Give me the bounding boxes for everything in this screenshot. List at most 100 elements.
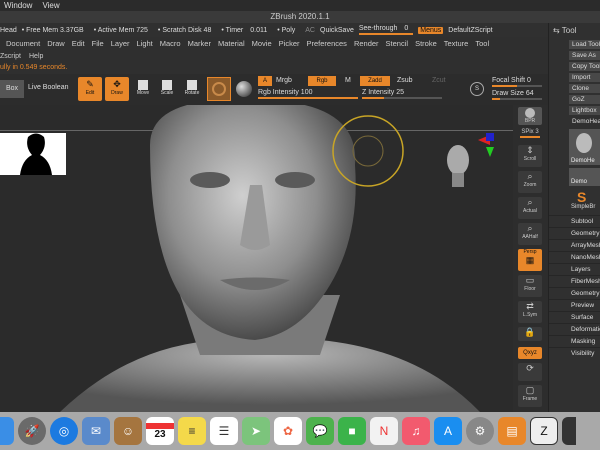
tray-masking[interactable]: Masking (549, 335, 600, 347)
floor-button[interactable]: ▭ Floor (518, 275, 542, 297)
menu-render[interactable]: Render (354, 39, 379, 48)
books-icon[interactable]: ▤ (498, 417, 526, 445)
tray-geometry[interactable]: Geometry (549, 227, 600, 239)
menu-help[interactable]: Help (29, 53, 43, 60)
tray-fibermesh[interactable]: FiberMesh (549, 275, 600, 287)
simplebrush-thumbnail[interactable]: S SimpleBr (569, 189, 600, 211)
notes-icon[interactable]: ≡ (178, 417, 206, 445)
see-through-slider[interactable]: See-through 0 (358, 25, 414, 35)
rotate-button[interactable]: Rotate (183, 80, 201, 96)
goz-button[interactable]: GoZ (569, 95, 600, 104)
tray-nanomesh[interactable]: NanoMesh (549, 251, 600, 263)
launchpad-icon[interactable]: 🚀 (18, 417, 46, 445)
move-button[interactable]: Move (134, 80, 152, 96)
maps-icon[interactable]: ➤ (242, 417, 270, 445)
material-selector[interactable] (234, 79, 254, 99)
photos-icon[interactable]: ✿ (274, 417, 302, 445)
tray-preview[interactable]: Preview (549, 299, 600, 311)
copy-tool-button[interactable]: Copy Tool (569, 62, 600, 71)
menu-texture[interactable]: Texture (444, 39, 469, 48)
menu-file[interactable]: File (92, 39, 104, 48)
menu-macro[interactable]: Macro (160, 39, 181, 48)
menu-stencil[interactable]: Stencil (386, 39, 409, 48)
bpr-button[interactable]: BPR (518, 107, 542, 125)
import-button[interactable]: Import (569, 73, 600, 82)
focal-shift-slider[interactable]: Focal Shift 0 (492, 77, 546, 87)
news-icon[interactable]: N (370, 417, 398, 445)
menu-material[interactable]: Material (218, 39, 245, 48)
document-canvas[interactable] (0, 105, 513, 412)
zadd-button[interactable]: Zadd (360, 76, 390, 86)
demohead-thumbnail[interactable]: DemoHe (569, 129, 600, 165)
finder-icon[interactable] (0, 417, 14, 445)
actual-button[interactable]: ⌕ Actual (518, 197, 542, 219)
menu-tool[interactable]: Tool (475, 39, 489, 48)
messages-icon[interactable]: 💬 (306, 417, 334, 445)
tray-geometry-hd[interactable]: Geometry (549, 287, 600, 299)
m-button[interactable]: M (345, 77, 351, 84)
rotate-view-button[interactable]: ⟳ (518, 363, 542, 381)
reminders-icon[interactable]: ☰ (210, 417, 238, 445)
safari-icon[interactable]: ◎ (50, 417, 78, 445)
mail-icon[interactable]: ✉ (82, 417, 110, 445)
scroll-button[interactable]: ⇕ Scroll (518, 145, 542, 167)
appstore-icon[interactable]: A (434, 417, 462, 445)
clone-button[interactable]: Clone (569, 84, 600, 93)
menu-view[interactable]: View (42, 1, 59, 10)
lazy-mouse-icon[interactable]: S (470, 82, 484, 96)
sculpt-viewport[interactable] (0, 105, 513, 412)
xyz-button[interactable]: Qxyz (518, 347, 542, 359)
frame-button[interactable]: ▢ Frame (518, 385, 542, 407)
scale-button[interactable]: Scale (158, 80, 176, 96)
load-tool-button[interactable]: Load Tool (569, 40, 600, 49)
quicksave-button[interactable]: QuickSave (320, 27, 354, 34)
z-intensity-slider[interactable]: Z Intensity 25 (362, 89, 442, 99)
contacts-icon[interactable]: ☺ (114, 417, 142, 445)
menu-movie[interactable]: Movie (252, 39, 272, 48)
save-as-button[interactable]: Save As (569, 51, 600, 60)
spix-slider[interactable]: SPix 3 (518, 129, 542, 141)
tray-arraymesh[interactable]: ArrayMesh (549, 239, 600, 251)
mrgb-button[interactable]: Mrgb (276, 77, 292, 84)
menu-stroke[interactable]: Stroke (415, 39, 437, 48)
menu-light[interactable]: Light (137, 39, 153, 48)
demo-thumbnail[interactable]: Demo (569, 168, 600, 186)
rgb-intensity-slider[interactable]: Rgb Intensity 100 (258, 89, 358, 99)
tray-surface[interactable]: Surface (549, 311, 600, 323)
zcut-button[interactable]: Zcut (432, 77, 446, 84)
tray-deformation[interactable]: Deformation (549, 323, 600, 335)
menu-window[interactable]: Window (4, 1, 32, 10)
menu-zscript[interactable]: Zscript (0, 53, 21, 60)
lsym-button[interactable]: ⇄ L.Sym (518, 301, 542, 323)
default-zscript-button[interactable]: DefaultZScript (448, 27, 492, 34)
lightbox-button[interactable]: Lightbox (569, 106, 600, 115)
calendar-icon[interactable]: 23 (146, 417, 174, 445)
menu-document[interactable]: Document (6, 39, 40, 48)
zoom-button[interactable]: ⌕ Zoom (518, 171, 542, 193)
edit-button[interactable]: ✎ Edit (78, 77, 102, 101)
live-boolean-button[interactable]: Live Boolean (28, 84, 68, 91)
tray-layers[interactable]: Layers (549, 263, 600, 275)
zbrush-icon[interactable]: Z (530, 417, 558, 445)
tray-visibility[interactable]: Visibility (549, 347, 600, 359)
facetime-icon[interactable]: ■ (338, 417, 366, 445)
menu-marker[interactable]: Marker (188, 39, 211, 48)
aahalf-button[interactable]: ⌕ AAHalf (518, 223, 542, 245)
brush-selector[interactable] (207, 77, 231, 101)
menu-draw[interactable]: Draw (47, 39, 65, 48)
menus-button[interactable]: Menus (418, 26, 444, 34)
demohead-label[interactable]: DemoHead (569, 117, 600, 126)
music-icon[interactable]: ♫ (402, 417, 430, 445)
menu-preferences[interactable]: Preferences (307, 39, 347, 48)
menu-layer[interactable]: Layer (111, 39, 130, 48)
lock-button[interactable]: 🔒 (518, 327, 542, 341)
system-preferences-icon[interactable]: ⚙ (466, 417, 494, 445)
box-button[interactable]: Box (0, 80, 24, 98)
zsub-button[interactable]: Zsub (397, 77, 413, 84)
draw-size-slider[interactable]: Draw Size 64 (492, 90, 546, 100)
ac-button[interactable]: AC (305, 27, 315, 34)
draw-button[interactable]: ✥ Draw (105, 77, 129, 101)
persp-button[interactable]: Persp ▦ (518, 249, 542, 271)
menu-picker[interactable]: Picker (279, 39, 300, 48)
tray-subtool[interactable]: Subtool (549, 215, 600, 227)
